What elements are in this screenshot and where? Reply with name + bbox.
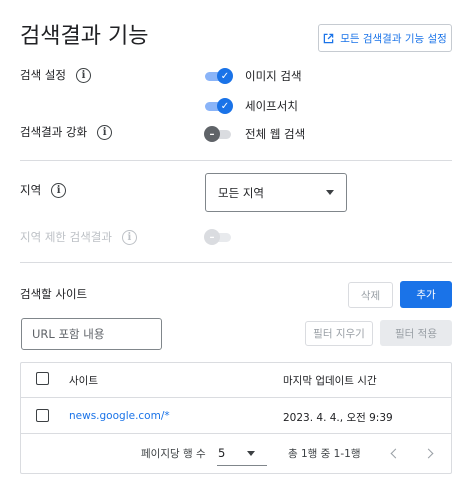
divider bbox=[20, 262, 452, 263]
info-icon[interactable]: i bbox=[75, 67, 91, 83]
column-header-updated[interactable]: 마지막 업데이트 시간 bbox=[283, 373, 377, 388]
minus-icon: – bbox=[204, 126, 220, 142]
minus-icon: – bbox=[204, 229, 220, 245]
region-restrict-toggle-row: – bbox=[204, 229, 233, 245]
sites-label: 검색할 사이트 bbox=[20, 287, 88, 301]
divider bbox=[20, 160, 452, 161]
add-button[interactable]: 추가 bbox=[400, 281, 452, 308]
all-settings-button[interactable]: 모든 검색결과 기능 설정 bbox=[318, 24, 452, 52]
info-icon[interactable]: i bbox=[97, 124, 113, 140]
clear-filter-button[interactable]: 필터 지우기 bbox=[305, 321, 373, 346]
pagination-range: 총 1행 중 1-1행 bbox=[288, 448, 361, 460]
site-link[interactable]: news.google.com/* bbox=[69, 410, 170, 422]
web-search-toggle-row: – 전체 웹 검색 bbox=[204, 126, 306, 142]
image-search-label: 이미지 검색 bbox=[245, 69, 302, 83]
site-updated: 2023. 4. 4., 오전 9:39 bbox=[283, 412, 393, 424]
safe-search-label: 세이프서치 bbox=[245, 99, 298, 113]
info-icon[interactable]: i bbox=[51, 182, 67, 198]
web-search-toggle[interactable]: – bbox=[204, 126, 233, 142]
caret-down-icon bbox=[326, 190, 334, 195]
page-title: 검색결과 기능 bbox=[20, 24, 149, 49]
delete-button[interactable]: 삭제 bbox=[348, 282, 393, 308]
region-label: 지역 i bbox=[20, 182, 67, 198]
check-icon: ✓ bbox=[217, 98, 233, 114]
region-restrict-toggle: – bbox=[204, 229, 233, 245]
all-settings-label: 모든 검색결과 기능 설정 bbox=[340, 32, 447, 45]
pagination: 페이지당 행 수 5 총 1행 중 1-1행 bbox=[21, 434, 451, 474]
region-select[interactable]: 모든 지역 bbox=[205, 173, 347, 212]
check-icon: ✓ bbox=[217, 68, 233, 84]
image-search-toggle-row: ✓ 이미지 검색 bbox=[205, 68, 302, 84]
search-settings-label: 검색 설정 i bbox=[20, 67, 91, 83]
chevron-left-icon[interactable] bbox=[390, 448, 401, 459]
info-icon: i bbox=[121, 229, 137, 245]
table-row: news.google.com/* 2023. 4. 4., 오전 9:39 bbox=[21, 398, 451, 434]
web-search-label: 전체 웹 검색 bbox=[245, 127, 306, 141]
rows-per-page-select[interactable]: 5 bbox=[218, 446, 256, 460]
rows-per-page-label: 페이지당 행 수 bbox=[141, 448, 206, 460]
safe-search-toggle-row: ✓ 세이프서치 bbox=[205, 98, 298, 114]
search-enhance-label: 검색결과 강화 i bbox=[20, 124, 113, 140]
region-restrict-label: 지역 제한 검색결과 i bbox=[20, 229, 137, 245]
rows-per-page-value: 5 bbox=[218, 446, 226, 460]
caret-down-icon bbox=[247, 450, 256, 456]
column-header-site[interactable]: 사이트 bbox=[69, 373, 98, 388]
apply-filter-button[interactable]: 필터 적용 bbox=[380, 320, 452, 346]
row-checkbox[interactable] bbox=[36, 409, 49, 422]
chevron-right-icon[interactable] bbox=[423, 448, 434, 459]
sites-table: 사이트 마지막 업데이트 시간 news.google.com/* 2023. … bbox=[20, 362, 452, 474]
select-all-checkbox[interactable] bbox=[36, 372, 49, 385]
safe-search-toggle[interactable]: ✓ bbox=[205, 98, 233, 114]
open-in-new-icon bbox=[323, 33, 334, 43]
region-select-value: 모든 지역 bbox=[218, 185, 264, 200]
select-underline bbox=[217, 465, 267, 466]
image-search-toggle[interactable]: ✓ bbox=[205, 68, 233, 84]
url-filter-input[interactable]: URL 포함 내용 bbox=[21, 318, 162, 350]
